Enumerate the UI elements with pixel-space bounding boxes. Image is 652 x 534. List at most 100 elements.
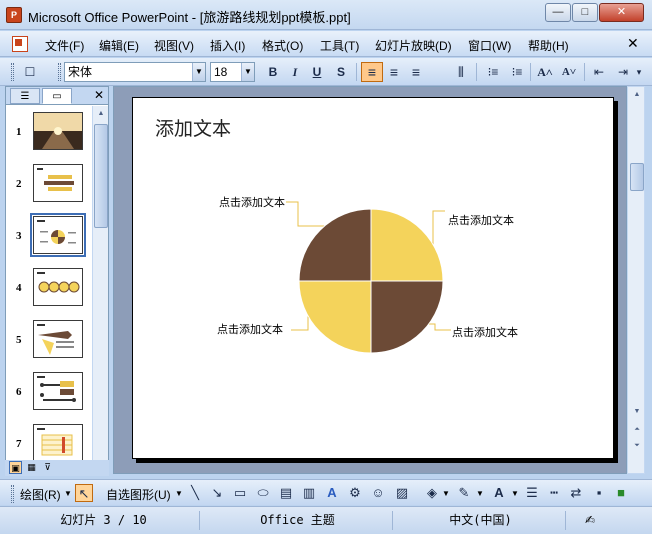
scroll-thumb[interactable] (630, 163, 644, 191)
toolbar-grip[interactable] (11, 63, 14, 81)
underline-button[interactable]: U (306, 62, 328, 82)
slide-thumbnail-row[interactable]: 4 (6, 268, 92, 316)
menu-edit[interactable]: 编辑(E) (99, 37, 139, 54)
select-pointer-icon[interactable]: ↖ (75, 484, 93, 502)
3d-style-icon[interactable]: ■ (612, 484, 630, 502)
textbox-icon[interactable]: ▤ (277, 484, 295, 502)
slide-thumbnail[interactable] (33, 112, 83, 150)
chevron-down-icon[interactable]: ▼ (192, 63, 205, 81)
font-size-select[interactable]: 18 ▼ (210, 62, 255, 82)
bold-button[interactable]: B (262, 62, 284, 82)
slide-thumbnail[interactable] (33, 268, 83, 306)
callout-top-right[interactable]: 点击添加文本 (448, 212, 514, 228)
italic-button[interactable]: I (284, 62, 306, 82)
menu-window[interactable]: 窗口(W) (468, 37, 511, 54)
toolbar-grip[interactable] (58, 63, 61, 81)
align-center-button[interactable]: ≡ (383, 62, 405, 82)
menu-file[interactable]: 文件(F) (45, 37, 84, 54)
align-left-button[interactable]: ≡ (361, 62, 383, 82)
chevron-down-icon[interactable]: ▼ (64, 489, 72, 498)
decrease-indent-button[interactable]: ⇤ (588, 62, 610, 82)
chevron-down-icon[interactable]: ▼ (241, 63, 254, 81)
slide-thumbnail[interactable] (33, 424, 83, 462)
pane-close-icon[interactable]: ✕ (94, 88, 104, 102)
arrow-tool-icon[interactable]: ↘ (208, 484, 226, 502)
line-style-icon[interactable]: ☰ (523, 484, 541, 502)
document-close-icon[interactable]: ✕ (627, 35, 639, 52)
align-right-button[interactable]: ≡ (405, 62, 427, 82)
increase-font-button[interactable]: A˄ (534, 62, 556, 82)
slides-tab[interactable]: ▭ (42, 88, 72, 104)
chevron-down-icon[interactable]: ▼ (511, 489, 519, 498)
menu-view[interactable]: 视图(V) (154, 37, 194, 54)
bullets-button[interactable]: ⁝≡ (506, 62, 528, 82)
pie-slice[interactable] (370, 280, 444, 354)
scroll-up-icon[interactable]: ▲ (630, 88, 644, 102)
pie-chart[interactable] (133, 98, 615, 460)
slide-thumbnail-row[interactable]: 6 (6, 372, 92, 420)
slide-thumbnail[interactable] (30, 213, 86, 257)
pie-slice[interactable] (298, 280, 372, 354)
autoshapes-menu[interactable]: 自选图形(U) (106, 486, 171, 503)
scroll-up-icon[interactable]: ▲ (94, 107, 108, 121)
decrease-font-button[interactable]: A˅ (558, 62, 580, 82)
picture-icon[interactable]: ▨ (393, 484, 411, 502)
slide-thumbnail[interactable] (33, 164, 83, 202)
thumbnail-scrollbar[interactable]: ▲ ▼ (92, 106, 108, 473)
numbering-button[interactable]: ⁝≡ (482, 62, 504, 82)
toolbar-options-icon[interactable]: ▾ (632, 62, 646, 82)
new-doc-icon[interactable]: ☐ (19, 62, 41, 82)
chevron-down-icon[interactable]: ▼ (476, 489, 484, 498)
slide-thumbnail-row[interactable]: 1 (6, 112, 92, 160)
callout-bottom-left[interactable]: 点击添加文本 (217, 321, 283, 337)
callout-top-left[interactable]: 点击添加文本 (219, 194, 285, 210)
pie-slice[interactable] (370, 208, 444, 282)
distribute-button[interactable]: ⫴ (450, 62, 472, 82)
minimize-button[interactable]: — (545, 3, 571, 22)
menu-format[interactable]: 格式(O) (262, 37, 303, 54)
spellcheck-icon[interactable]: ✍ (570, 511, 610, 530)
menu-insert[interactable]: 插入(I) (210, 37, 245, 54)
maximize-button[interactable]: □ (572, 3, 598, 22)
vertical-textbox-icon[interactable]: ▥ (300, 484, 318, 502)
slide-thumbnail[interactable] (33, 372, 83, 410)
menu-help[interactable]: 帮助(H) (528, 37, 569, 54)
fill-color-icon[interactable]: ◈ (423, 484, 441, 502)
chevron-down-icon[interactable]: ▼ (442, 489, 450, 498)
scroll-down-icon[interactable]: ▼ (630, 405, 644, 419)
close-button[interactable]: ✕ (599, 3, 644, 22)
font-name-select[interactable]: 宋体 ▼ (64, 62, 206, 82)
toolbar-grip[interactable] (11, 485, 14, 503)
dash-style-icon[interactable]: ┅ (545, 484, 563, 502)
document-icon[interactable] (12, 36, 28, 52)
diagram-icon[interactable]: ⚙ (346, 484, 364, 502)
slide-thumbnail[interactable] (33, 320, 83, 358)
slide-thumbnail-row[interactable]: 5 (6, 320, 92, 368)
previous-slide-icon[interactable]: ⏶ (630, 423, 644, 437)
normal-view-icon[interactable]: ▣ (9, 461, 22, 474)
menu-slideshow[interactable]: 幻灯片放映(D) (375, 37, 452, 54)
increase-indent-button[interactable]: ⇥ (612, 62, 634, 82)
oval-tool-icon[interactable]: ⬭ (254, 484, 272, 502)
slide-thumbnail-row[interactable]: 3 (6, 213, 92, 264)
next-slide-icon[interactable]: ⏷ (630, 439, 644, 453)
arrow-style-icon[interactable]: ⇄ (567, 484, 585, 502)
rectangle-tool-icon[interactable]: ▭ (231, 484, 249, 502)
pie-slice[interactable] (298, 208, 372, 282)
shadow-button[interactable]: S (330, 62, 352, 82)
clipart-icon[interactable]: ☺ (369, 484, 387, 502)
menu-tools[interactable]: 工具(T) (320, 37, 359, 54)
slide-thumbnail-row[interactable]: 2 (6, 164, 92, 212)
shadow-style-icon[interactable]: ▪ (590, 484, 608, 502)
wordart-icon[interactable]: A (323, 484, 341, 502)
callout-bottom-right[interactable]: 点击添加文本 (452, 324, 518, 340)
line-color-icon[interactable]: ✎ (455, 484, 473, 502)
current-slide[interactable]: 添加文本 点击添加文本 点击添加文本 点击添加文本 点击添加文本 (132, 97, 614, 459)
slide-sorter-icon[interactable]: ▦ (25, 461, 38, 474)
chevron-down-icon[interactable]: ▼ (175, 489, 183, 498)
draw-menu[interactable]: 绘图(R) (20, 486, 61, 503)
font-color-icon[interactable]: A (490, 484, 508, 502)
slide-scrollbar[interactable]: ▲ ▼ ⏶ ⏷ (627, 86, 645, 474)
scroll-thumb[interactable] (94, 124, 108, 228)
line-tool-icon[interactable]: ╲ (186, 484, 204, 502)
